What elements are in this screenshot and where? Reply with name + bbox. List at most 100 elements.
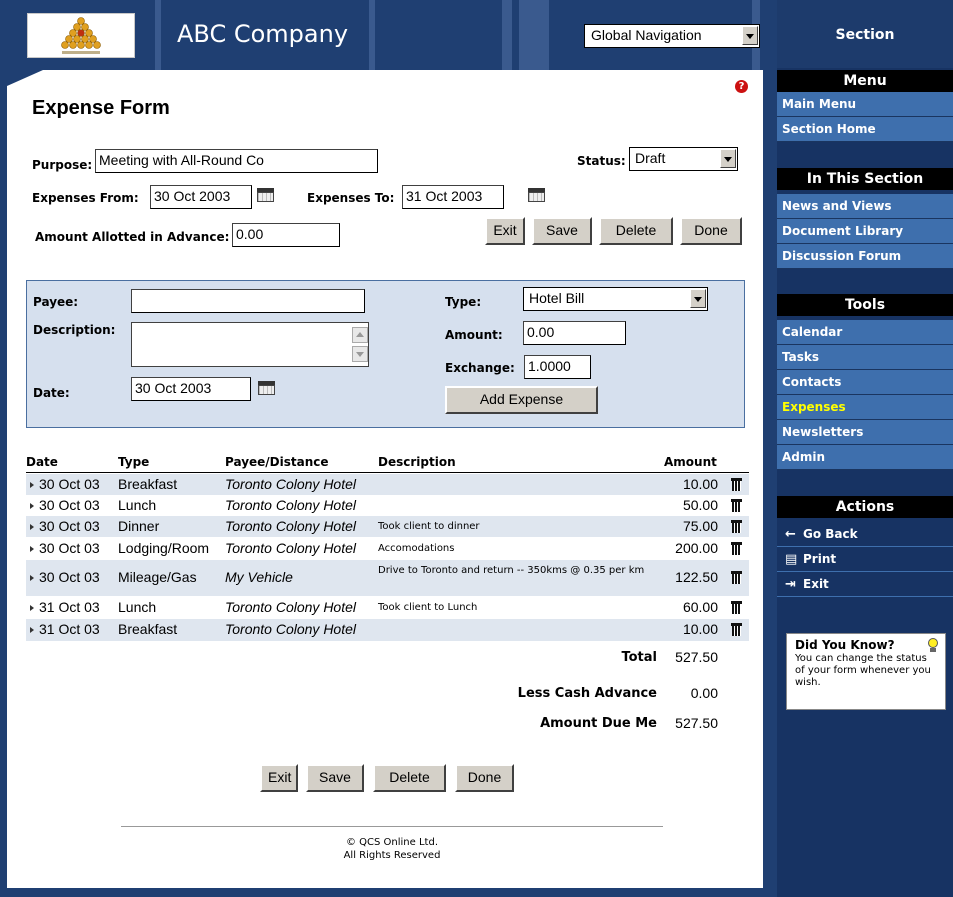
trash-icon[interactable] xyxy=(731,520,742,533)
sidebar-item-tasks[interactable]: Tasks xyxy=(777,345,953,370)
expand-arrow-icon[interactable] xyxy=(30,503,34,510)
expand-arrow-icon[interactable] xyxy=(30,575,34,582)
trash-icon[interactable] xyxy=(731,601,742,614)
row-payee: Toronto Colony Hotel xyxy=(225,540,357,556)
sidebar-item-contacts[interactable]: Contacts xyxy=(777,370,953,395)
advance-input[interactable]: 0.00 xyxy=(232,223,340,247)
copyright-text: © QCS Online Ltd. xyxy=(345,837,438,848)
save-button[interactable]: Save xyxy=(532,217,592,245)
table-row[interactable]: 30 Oct 03 Dinner Toronto Colony Hotel To… xyxy=(26,516,749,537)
chevron-down-icon[interactable] xyxy=(690,289,706,308)
logo-pyramid-icon xyxy=(61,17,101,54)
column-header-amount: Amount xyxy=(664,455,717,469)
payee-label: Payee: xyxy=(33,295,79,309)
sidebar-item-calendar[interactable]: Calendar xyxy=(777,320,953,345)
help-icon[interactable]: ? xyxy=(735,80,748,93)
expenses-to-input[interactable]: 31 Oct 2003 xyxy=(402,185,504,209)
done-button-bottom[interactable]: Done xyxy=(455,764,514,792)
trash-icon[interactable] xyxy=(731,499,742,512)
save-button-bottom[interactable]: Save xyxy=(306,764,364,792)
sidebar-item-newsletters[interactable]: Newsletters xyxy=(777,420,953,445)
trash-icon[interactable] xyxy=(731,542,742,555)
row-date: 30 Oct 03 xyxy=(30,476,100,492)
table-row[interactable]: 30 Oct 03 Lunch Toronto Colony Hotel 50.… xyxy=(26,495,749,516)
sidebar-item-admin[interactable]: Admin xyxy=(777,445,953,470)
type-select[interactable]: Hotel Bill xyxy=(523,287,708,311)
action-print[interactable]: ▤ Print xyxy=(777,547,953,572)
sidebar-item-discussion-forum[interactable]: Discussion Forum xyxy=(777,244,953,269)
calendar-icon[interactable] xyxy=(528,188,545,202)
total-label: Total xyxy=(621,650,657,665)
chevron-down-icon[interactable] xyxy=(742,26,758,45)
global-navigation-value: Global Navigation xyxy=(591,27,702,43)
table-row[interactable]: 30 Oct 03 Mileage/Gas My Vehicle Drive t… xyxy=(26,560,749,596)
status-select[interactable]: Draft xyxy=(629,147,738,171)
advance-label: Amount Allotted in Advance: xyxy=(35,230,230,244)
table-row[interactable]: 30 Oct 03 Lodging/Room Toronto Colony Ho… xyxy=(26,537,749,560)
calendar-icon[interactable] xyxy=(257,188,274,202)
did-you-know-box: Did You Know? You can change the status … xyxy=(786,633,946,710)
expand-arrow-icon[interactable] xyxy=(30,546,34,553)
sidebar-item-expenses[interactable]: Expenses xyxy=(777,395,953,420)
trash-icon[interactable] xyxy=(731,571,742,584)
description-textarea[interactable] xyxy=(131,322,369,367)
action-exit[interactable]: ⇥ Exit xyxy=(777,572,953,597)
calendar-icon[interactable] xyxy=(258,381,275,395)
action-go-back[interactable]: ← Go Back xyxy=(777,522,953,547)
table-row[interactable]: 31 Oct 03 Breakfast Toronto Colony Hotel… xyxy=(26,619,749,641)
company-logo[interactable] xyxy=(27,13,135,58)
trash-icon[interactable] xyxy=(731,478,742,491)
sidebar-item-news-and-views[interactable]: News and Views xyxy=(777,194,953,219)
tip-title: Did You Know? xyxy=(795,638,895,652)
total-value: 527.50 xyxy=(675,649,718,665)
row-amount: 60.00 xyxy=(682,599,718,615)
bottom-frame-bar xyxy=(0,888,777,897)
expenses-from-input[interactable]: 30 Oct 2003 xyxy=(150,185,252,209)
delete-button-bottom[interactable]: Delete xyxy=(373,764,446,792)
action-exit-label: Exit xyxy=(803,577,829,591)
row-date: 30 Oct 03 xyxy=(30,540,100,556)
global-navigation-select[interactable]: Global Navigation xyxy=(584,24,760,48)
purpose-input[interactable]: Meeting with All-Round Co xyxy=(95,149,378,173)
sidebar-item-section-home[interactable]: Section Home xyxy=(777,117,953,142)
type-value: Hotel Bill xyxy=(529,290,585,306)
exchange-input[interactable]: 1.0000 xyxy=(524,355,591,379)
table-row[interactable]: 30 Oct 03 Breakfast Toronto Colony Hotel… xyxy=(26,474,749,495)
date-label: Date: xyxy=(33,386,70,400)
sidebar-item-main-menu[interactable]: Main Menu xyxy=(777,92,953,117)
date-input[interactable]: 30 Oct 2003 xyxy=(131,377,251,401)
chevron-down-icon[interactable] xyxy=(720,149,736,168)
row-date: 30 Oct 03 xyxy=(30,518,100,534)
sidebar-item-document-library[interactable]: Document Library xyxy=(777,219,953,244)
exit-button-bottom[interactable]: Exit xyxy=(260,764,298,792)
frame-divider xyxy=(763,0,777,897)
row-amount: 122.50 xyxy=(675,569,718,585)
row-type: Lunch xyxy=(118,599,157,615)
row-description: Accomodations xyxy=(378,543,455,554)
exit-button[interactable]: Exit xyxy=(485,217,525,245)
done-button[interactable]: Done xyxy=(680,217,742,245)
add-expense-button[interactable]: Add Expense xyxy=(445,386,598,414)
purpose-label: Purpose: xyxy=(32,158,93,172)
scroll-up-icon[interactable] xyxy=(352,327,368,343)
header-banner: ABC Company Global Navigation xyxy=(7,0,777,70)
expand-arrow-icon[interactable] xyxy=(30,605,34,612)
table-row[interactable]: 31 Oct 03 Lunch Toronto Colony Hotel Too… xyxy=(26,596,749,619)
exit-door-icon: ⇥ xyxy=(785,577,796,592)
row-amount: 10.00 xyxy=(682,476,718,492)
expand-arrow-icon[interactable] xyxy=(30,524,34,531)
rights-text: All Rights Reserved xyxy=(343,850,441,861)
expand-arrow-icon[interactable] xyxy=(30,482,34,489)
amount-input[interactable]: 0.00 xyxy=(523,321,626,345)
delete-button[interactable]: Delete xyxy=(599,217,673,245)
row-date: 31 Oct 03 xyxy=(30,621,100,637)
cash-advance-label: Less Cash Advance xyxy=(517,686,657,701)
expand-arrow-icon[interactable] xyxy=(30,627,34,634)
row-payee: Toronto Colony Hotel xyxy=(225,621,357,637)
row-type: Lodging/Room xyxy=(118,540,210,556)
tools-group-title: Tools xyxy=(777,294,953,316)
trash-icon[interactable] xyxy=(731,623,742,636)
scroll-down-icon[interactable] xyxy=(352,346,368,362)
payee-input[interactable] xyxy=(131,289,365,313)
row-description: Took client to dinner xyxy=(378,521,480,532)
